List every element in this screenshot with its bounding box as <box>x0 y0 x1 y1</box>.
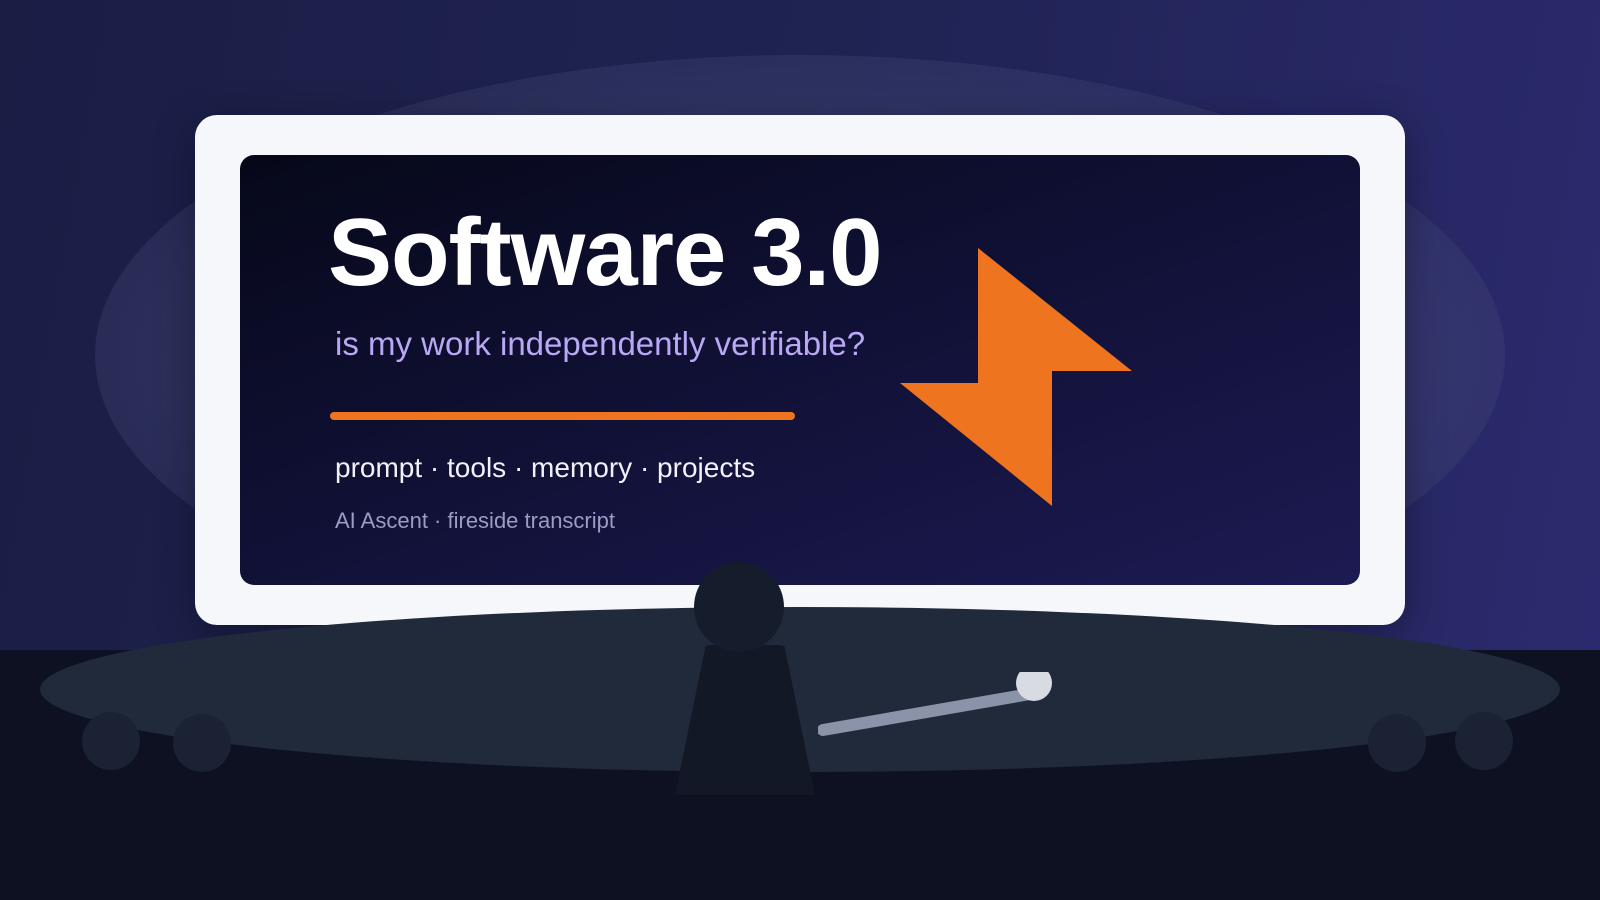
audience-head <box>173 714 231 772</box>
laser-pointer-icon <box>818 672 1052 736</box>
slide-subtitle: is my work independently verifiable? <box>335 325 866 362</box>
slide-topics: prompt · tools · memory · projects <box>335 452 756 483</box>
projection-screen: Software 3.0 is my work independently ve… <box>195 115 1405 625</box>
accent-divider <box>330 412 795 420</box>
slide-title: Software 3.0 <box>328 199 883 306</box>
presentation-slide: Software 3.0 is my work independently ve… <box>240 155 1360 585</box>
lightning-bolt-icon <box>900 248 1132 506</box>
audience-head <box>82 712 140 770</box>
slide-caption: AI Ascent · fireside transcript <box>335 508 615 533</box>
presenter-head <box>694 562 784 652</box>
